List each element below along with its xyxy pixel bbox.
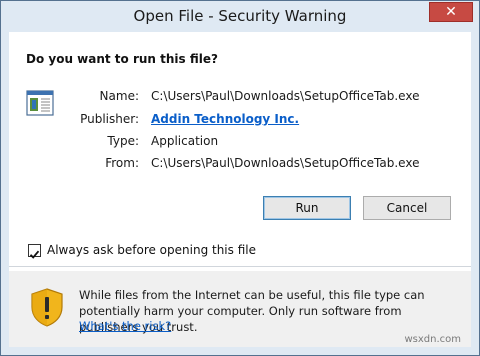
run-button[interactable]: Run xyxy=(263,196,351,220)
name-label: Name: xyxy=(99,89,139,103)
publisher-label: Publisher: xyxy=(80,112,139,126)
publisher-link[interactable]: Addin Technology Inc. xyxy=(151,112,299,126)
from-label: From: xyxy=(105,156,139,170)
always-ask-label[interactable]: Always ask before opening this file xyxy=(47,243,256,257)
cancel-button[interactable]: Cancel xyxy=(363,196,451,220)
checkmark-icon xyxy=(29,250,40,259)
type-label: Type: xyxy=(107,134,139,148)
warning-shield-icon xyxy=(29,287,65,327)
title-bar[interactable]: Open File - Security Warning ✕ xyxy=(1,1,479,31)
security-warning-dialog: Open File - Security Warning ✕ Do you wa… xyxy=(0,0,480,356)
run-question: Do you want to run this file? xyxy=(26,52,218,66)
from-value: C:\Users\Paul\Downloads\SetupOfficeTab.e… xyxy=(151,156,420,170)
always-ask-checkbox[interactable] xyxy=(28,244,41,259)
name-value: C:\Users\Paul\Downloads\SetupOfficeTab.e… xyxy=(151,89,420,103)
whats-the-risk-link[interactable]: What's the risk? xyxy=(79,319,171,333)
type-value: Application xyxy=(151,134,219,148)
separator-highlight xyxy=(9,267,471,268)
window-title: Open File - Security Warning xyxy=(133,7,347,25)
close-icon: ✕ xyxy=(445,4,457,20)
close-button[interactable]: ✕ xyxy=(429,2,473,22)
warning-panel: While files from the Internet can be use… xyxy=(9,271,471,347)
watermark: wsxdn.com xyxy=(404,334,461,345)
